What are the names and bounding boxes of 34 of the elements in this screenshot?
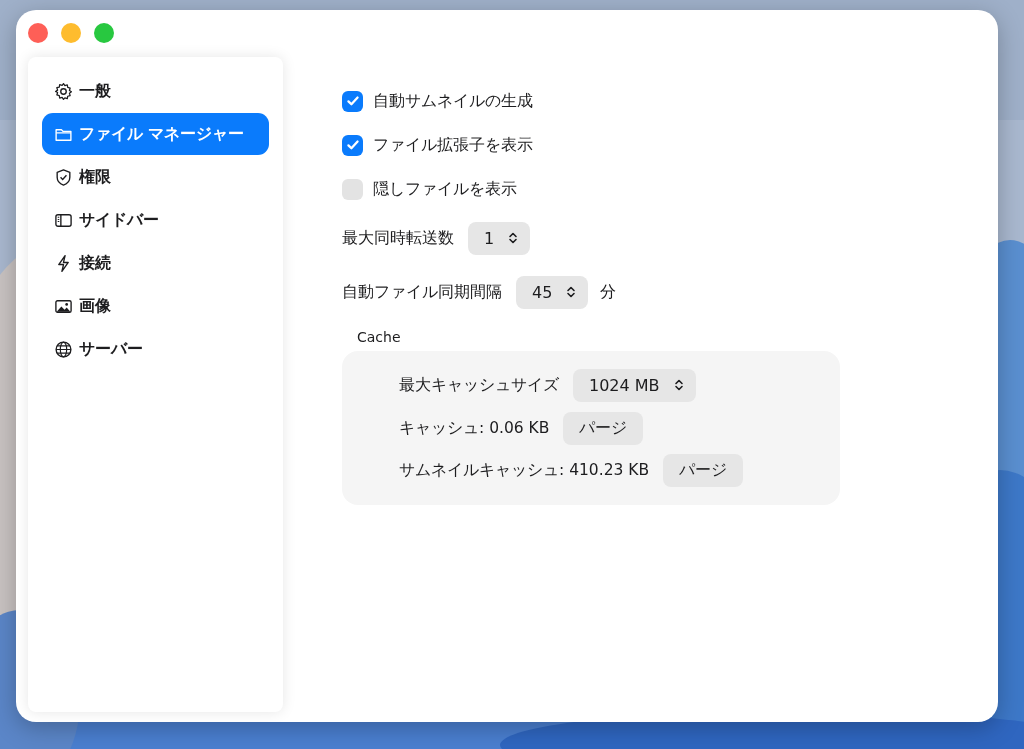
checkbox-label: 隠しファイルを表示 xyxy=(373,178,517,200)
sidebar-item[interactable]: 画像 xyxy=(42,285,269,327)
checkbox[interactable] xyxy=(342,178,363,200)
unit-label: 分 xyxy=(600,281,617,303)
group-title: Cache xyxy=(357,329,401,345)
sidebar-item[interactable]: 一般 xyxy=(42,70,269,112)
cache-size-label: キャッシュ: 0.06 KB xyxy=(399,417,550,439)
checkbox-label: 自動サムネイルの生成 xyxy=(373,90,533,112)
globe-icon xyxy=(54,339,73,359)
setting-label: 最大キャッシュサイズ xyxy=(399,374,559,396)
zoom-button[interactable] xyxy=(94,23,114,43)
cache-size-label: サムネイルキャッシュ: 410.23 KB xyxy=(399,459,650,481)
stepper-field[interactable]: 1 xyxy=(468,221,531,255)
checkbox[interactable] xyxy=(342,90,363,112)
gear-icon xyxy=(54,81,73,101)
chevron-up-down-icon xyxy=(566,285,577,299)
purge-button[interactable]: パージ xyxy=(563,411,644,445)
purge-button[interactable]: パージ xyxy=(663,453,744,487)
stepper-field[interactable]: 45 xyxy=(516,275,589,309)
close-button[interactable] xyxy=(28,23,48,43)
sidebar-item[interactable]: 権限 xyxy=(42,156,269,198)
stepper-field[interactable]: 1024 MB xyxy=(573,368,696,402)
chevron-up-down-icon xyxy=(673,378,684,392)
sidebar-item[interactable]: 接続 xyxy=(42,242,269,284)
setting-label: 自動ファイル同期間隔 xyxy=(342,281,502,303)
sidebar-item[interactable]: サーバー xyxy=(42,328,269,370)
minimize-button[interactable] xyxy=(61,23,81,43)
sidebar-item[interactable]: ファイル マネージャー xyxy=(42,113,269,155)
chevron-up-down-icon xyxy=(508,231,519,245)
setting-label: 最大同時転送数 xyxy=(342,227,454,249)
sidebar-item[interactable]: サイドバー xyxy=(42,199,269,241)
checkbox-label: ファイル拡張子を表示 xyxy=(373,134,533,156)
shield-check-icon xyxy=(54,167,73,187)
checkbox[interactable] xyxy=(342,134,363,156)
